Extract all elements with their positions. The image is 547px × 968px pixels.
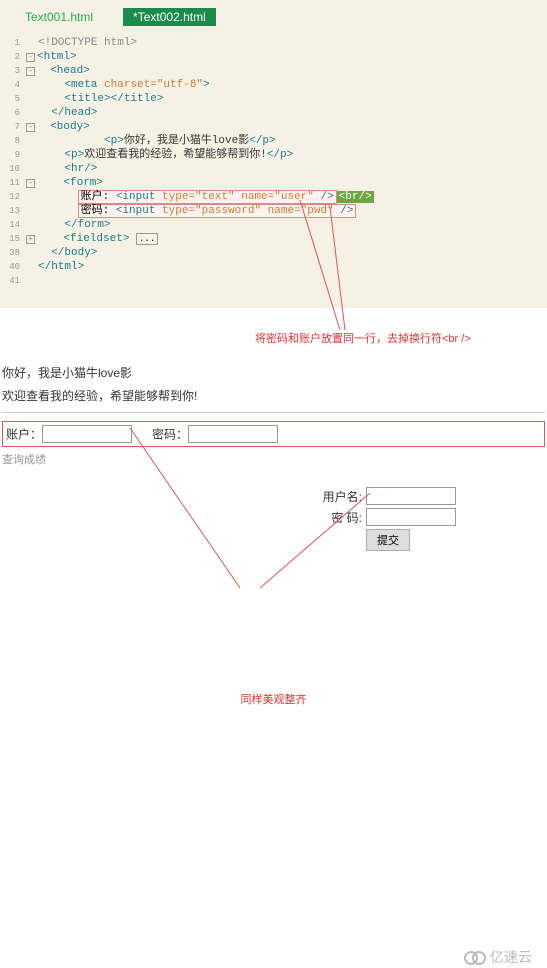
code-area[interactable]: 1<!DOCTYPE html>2-<html>3- <head>4 <meta… — [0, 36, 547, 288]
query-text: 查询成绩 — [2, 451, 545, 467]
pwd-label: 密码： — [152, 428, 188, 442]
tab-bar: Text001.html *Text002.html — [0, 8, 547, 26]
right-form: 用户名: 密 码: 提交 — [312, 487, 545, 551]
r-pwd-label: 密 码: — [312, 509, 362, 526]
form-highlight-box: 账户： 密码： — [2, 421, 545, 447]
user-label: 账户： — [6, 428, 42, 442]
preview-hr — [2, 412, 545, 413]
r-user-label: 用户名: — [312, 488, 362, 505]
tab-text002[interactable]: *Text002.html — [123, 8, 216, 26]
user-input[interactable] — [42, 425, 132, 443]
annotation-text-2: 同样美观整齐 — [2, 691, 545, 707]
preview-line1: 你好，我是小猫牛love影 — [2, 364, 545, 381]
pwd-input[interactable] — [188, 425, 278, 443]
preview-pane: 你好，我是小猫牛love影 欢迎查看我的经验，希望能够帮到你! 账户： 密码： … — [0, 348, 547, 717]
r-user-input[interactable] — [366, 487, 456, 505]
r-pwd-input[interactable] — [366, 508, 456, 526]
annotation-text-1: 将密码和账户放置同一行，去掉换行符<br /> — [255, 330, 471, 346]
preview-line2: 欢迎查看我的经验，希望能够帮到你! — [2, 387, 545, 404]
submit-button[interactable]: 提交 — [366, 529, 410, 551]
tab-text001[interactable]: Text001.html — [15, 8, 103, 26]
logo: 亿速云 — [464, 947, 532, 967]
code-editor: Text001.html *Text002.html 1<!DOCTYPE ht… — [0, 0, 547, 308]
